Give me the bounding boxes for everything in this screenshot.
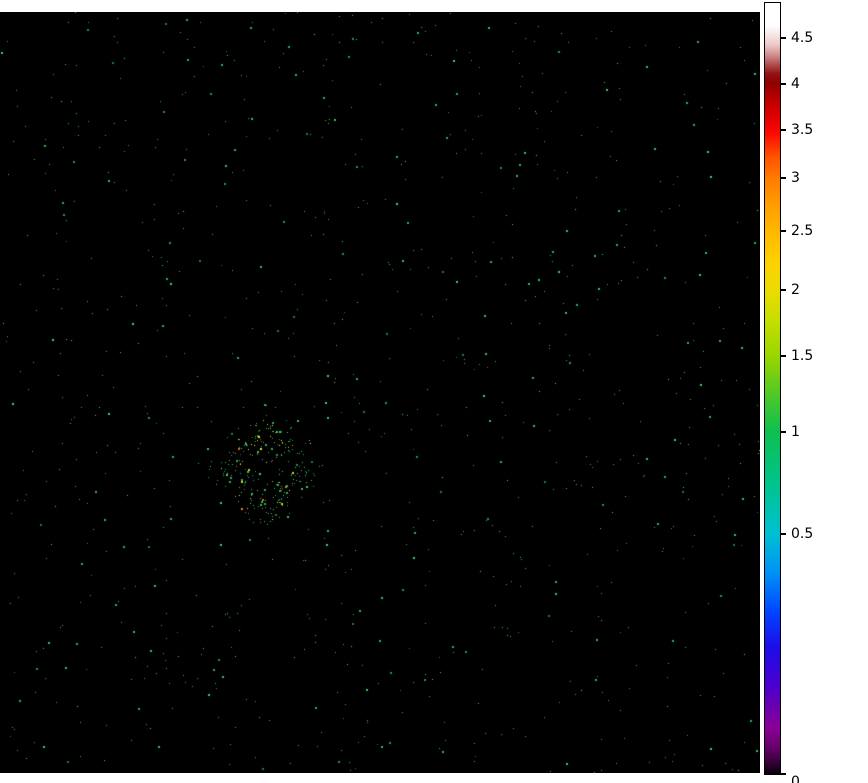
colorbar-tick	[781, 177, 786, 179]
colorbar-tick	[781, 431, 786, 433]
colorbar-tick-label: 4	[791, 76, 800, 92]
colorbar-tick	[781, 129, 786, 131]
colorbar-tick-label: 3	[791, 170, 800, 186]
figure-root: 4.5 4 3.5 3 2.5 2 1.5 1 0.5 0	[0, 0, 868, 783]
colorbar-tick	[781, 37, 786, 39]
colorbar-gradient	[764, 2, 781, 775]
colorbar-tick	[781, 83, 786, 85]
colorbar-tick-label: 2.5	[791, 223, 813, 239]
colorbar-tick	[781, 533, 786, 535]
colorbar-tick-label: 0	[791, 774, 800, 783]
colorbar-tick	[781, 773, 786, 775]
colorbar-tick	[781, 230, 786, 232]
colorbar-tick-label: 0.5	[791, 526, 813, 542]
colorbar-tick-label: 1.5	[791, 348, 813, 364]
colorbar-tick-label: 2	[791, 282, 800, 298]
colorbar-tick-label: 3.5	[791, 122, 813, 138]
colorbar-tick	[781, 289, 786, 291]
sky-image-canvas	[0, 12, 760, 773]
colorbar-tick-label: 1	[791, 424, 800, 440]
colorbar-tick	[781, 355, 786, 357]
colorbar-tick-label: 4.5	[791, 30, 813, 46]
